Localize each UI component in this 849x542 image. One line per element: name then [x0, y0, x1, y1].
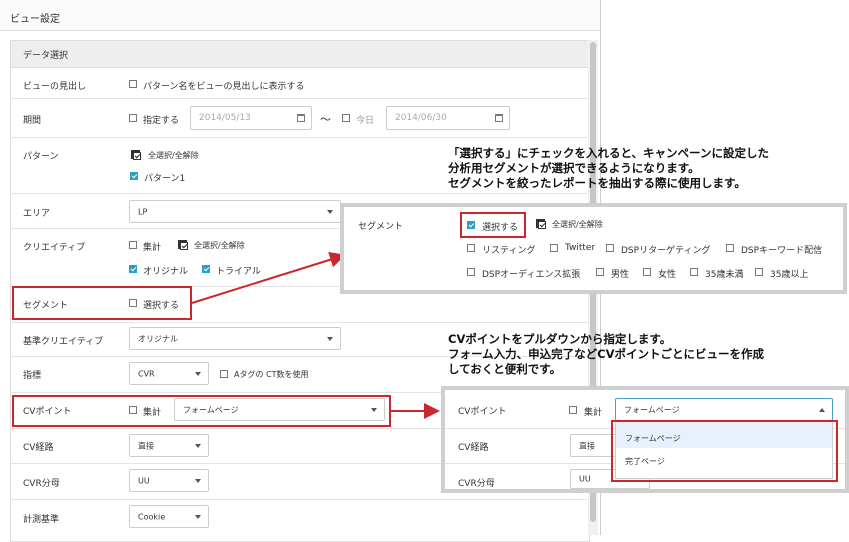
select-all-checkbox-icon[interactable]	[536, 219, 546, 229]
segment-arrow	[191, 251, 346, 304]
segment-callout: 「選択する」にチェックを入れると、キャンペーンに設定した 分析用セグメントが選択…	[448, 146, 769, 191]
segment-zoom-label: セグメント	[358, 222, 404, 232]
dropdown-highlight-box	[611, 420, 838, 482]
cv-point-callout: CVポイントをプルダウンから指定します。 フォーム入力、申込完了などCVポイント…	[448, 332, 764, 377]
cv-zoom-cvr-label: CVR分母	[458, 479, 495, 489]
segment-option-checkbox[interactable]	[467, 244, 475, 252]
cv-point-callout-line: しておくと便利です。	[448, 362, 562, 376]
segment-option-twitter: Twitter	[565, 243, 596, 253]
segment-option-checkbox[interactable]	[596, 268, 604, 276]
segment-option-dsp-retargeting: DSPリターゲティング	[621, 246, 711, 256]
segment-option-dsp-audience: DSPオーディエンス拡張	[482, 270, 581, 280]
segment-option-male: 男性	[611, 270, 630, 280]
cv-zoom-select-value: フォームページ	[624, 405, 680, 414]
cv-point-callout-line: フォーム入力、申込完了などCVポイントごとにビューを作成	[448, 347, 764, 361]
segment-option-checkbox[interactable]	[643, 268, 651, 276]
cv-zoom-path-value: 直接	[579, 441, 595, 450]
segment-zoom-select-all-label: 全選択/全解除	[552, 220, 603, 229]
segment-callout-line: セグメントを絞ったレポートを抽出する際に使用します。	[448, 176, 746, 190]
segment-option-checkbox[interactable]	[550, 244, 558, 252]
segment-option-under-35: 35歳未満	[705, 270, 744, 280]
cv-zoom-aggregate-checkbox[interactable]	[569, 406, 577, 414]
segment-option-checkbox[interactable]	[467, 268, 475, 276]
segment-option-checkbox[interactable]	[690, 268, 698, 276]
segment-option-listing: リスティング	[482, 246, 536, 256]
segment-option-35-and-over: 35歳以上	[770, 270, 809, 280]
cv-zoom-select[interactable]: フォームページ	[615, 398, 833, 421]
segment-option-checkbox[interactable]	[606, 244, 614, 252]
cv-zoom-point-label: CVポイント	[458, 407, 507, 417]
segment-zoom-highlight-box	[460, 212, 526, 238]
cv-point-callout-line: CVポイントをプルダウンから指定します。	[448, 332, 672, 346]
segment-option-female: 女性	[658, 270, 677, 280]
cv-zoom-aggregate-label: 集計	[584, 408, 603, 418]
segment-callout-line: 分析用セグメントが選択できるようになります。	[448, 161, 700, 175]
cv-zoom-cvr-value: UU	[579, 474, 591, 484]
segment-option-checkbox[interactable]	[726, 244, 734, 252]
segment-option-dsp-keyword: DSPキーワード配信	[741, 246, 823, 256]
segment-option-checkbox[interactable]	[755, 268, 763, 276]
cv-zoom-path-label: CV経路	[458, 443, 489, 453]
segment-callout-line: 「選択する」にチェックを入れると、キャンペーンに設定した	[448, 146, 769, 160]
chevron-up-icon	[819, 407, 825, 412]
